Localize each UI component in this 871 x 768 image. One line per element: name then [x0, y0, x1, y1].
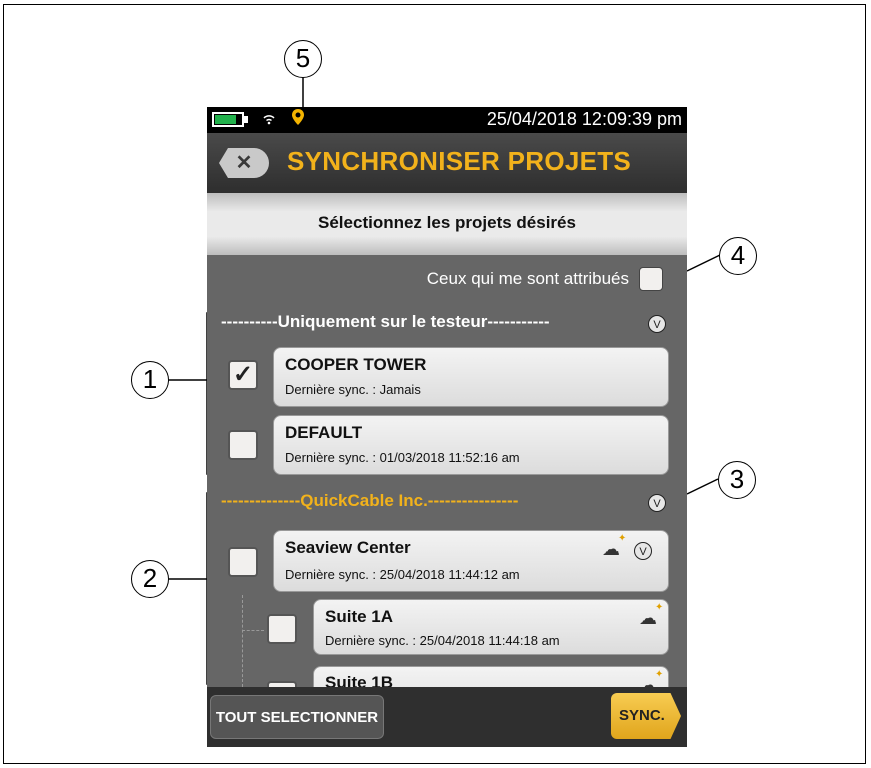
tree-connector	[242, 595, 243, 687]
sparkle-icon: ✦	[655, 669, 664, 680]
project-name: Seaview Center	[285, 538, 411, 557]
project-checkbox-seaview-center[interactable]	[228, 547, 258, 577]
title-bar: ✕ SYNCHRONISER PROJETS	[207, 133, 687, 193]
select-all-button[interactable]: TOUT SELECTIONNER	[210, 695, 384, 739]
bottom-toolbar: TOUT SELECTIONNER SYNC.	[207, 687, 687, 747]
page-title: SYNCHRONISER PROJETS	[287, 146, 632, 176]
sparkle-icon: ✦	[655, 602, 664, 613]
callout-1: 1	[131, 361, 169, 399]
section-header-quickcable: --------------QuickCable Inc.-----------…	[207, 491, 687, 515]
assigned-filter-checkbox[interactable]	[639, 267, 663, 291]
project-checkbox-cooper-tower[interactable]: ✓	[228, 360, 258, 390]
subheader-text: Sélectionnez les projets désirés	[318, 213, 576, 232]
project-last-sync: Dernière sync. : 25/04/2018 11:44:12 am	[285, 567, 520, 582]
wifi-icon	[262, 111, 276, 128]
callout-5: 5	[284, 40, 322, 78]
callout-2: 2	[131, 560, 169, 598]
expand-project-icon[interactable]: V	[634, 542, 652, 560]
callout-3: 3	[718, 461, 756, 499]
section-heading: --------------QuickCable Inc.-----------…	[221, 491, 519, 510]
sync-button[interactable]: SYNC.	[611, 693, 681, 739]
project-name: Suite 1A	[325, 607, 394, 626]
sparkle-icon: ✦	[618, 533, 627, 544]
project-card-cooper-tower[interactable]: COOPER TOWER Dernière sync. : Jamais	[273, 347, 669, 407]
project-checkbox-default[interactable]	[228, 430, 258, 460]
project-name: COOPER TOWER	[285, 355, 427, 374]
battery-tip	[244, 116, 248, 123]
project-last-sync: Dernière sync. : 25/04/2018 11:44:18 am	[325, 633, 560, 648]
checkmark-icon: ✓	[232, 361, 254, 388]
device-screen: 25/04/2018 12:09:39 pm ✕ SYNCHRONISER PR…	[207, 107, 687, 747]
project-card-seaview-center[interactable]: Seaview Center Dernière sync. : 25/04/20…	[273, 530, 669, 592]
callout-4: 4	[719, 237, 757, 275]
project-card-default[interactable]: DEFAULT Dernière sync. : 01/03/2018 11:5…	[273, 415, 669, 475]
battery-level	[215, 115, 236, 124]
location-pin-icon	[291, 108, 305, 133]
assigned-filter-label: Ceux qui me sont attribués	[426, 269, 629, 288]
project-last-sync: Dernière sync. : Jamais	[285, 382, 421, 397]
expand-section-quickcable-icon[interactable]: V	[648, 494, 666, 512]
status-bar: 25/04/2018 12:09:39 pm	[207, 107, 687, 133]
expand-section-tester-icon[interactable]: V	[648, 315, 666, 333]
close-icon[interactable]: ✕	[219, 148, 269, 178]
battery-icon	[212, 112, 244, 127]
section-header-tester: ----------Uniquement sur le testeur-----…	[207, 312, 687, 336]
subheader: Sélectionnez les projets désirés	[207, 193, 687, 255]
project-checkbox-suite-1a[interactable]	[267, 614, 297, 644]
project-name: DEFAULT	[285, 423, 363, 442]
datetime: 25/04/2018 12:09:39 pm	[486, 109, 682, 129]
project-card-suite-1a[interactable]: Suite 1A Dernière sync. : 25/04/2018 11:…	[313, 599, 669, 655]
tree-connector	[242, 630, 264, 631]
section-heading: ----------Uniquement sur le testeur-----…	[221, 312, 550, 331]
project-last-sync: Dernière sync. : 01/03/2018 11:52:16 am	[285, 450, 520, 465]
